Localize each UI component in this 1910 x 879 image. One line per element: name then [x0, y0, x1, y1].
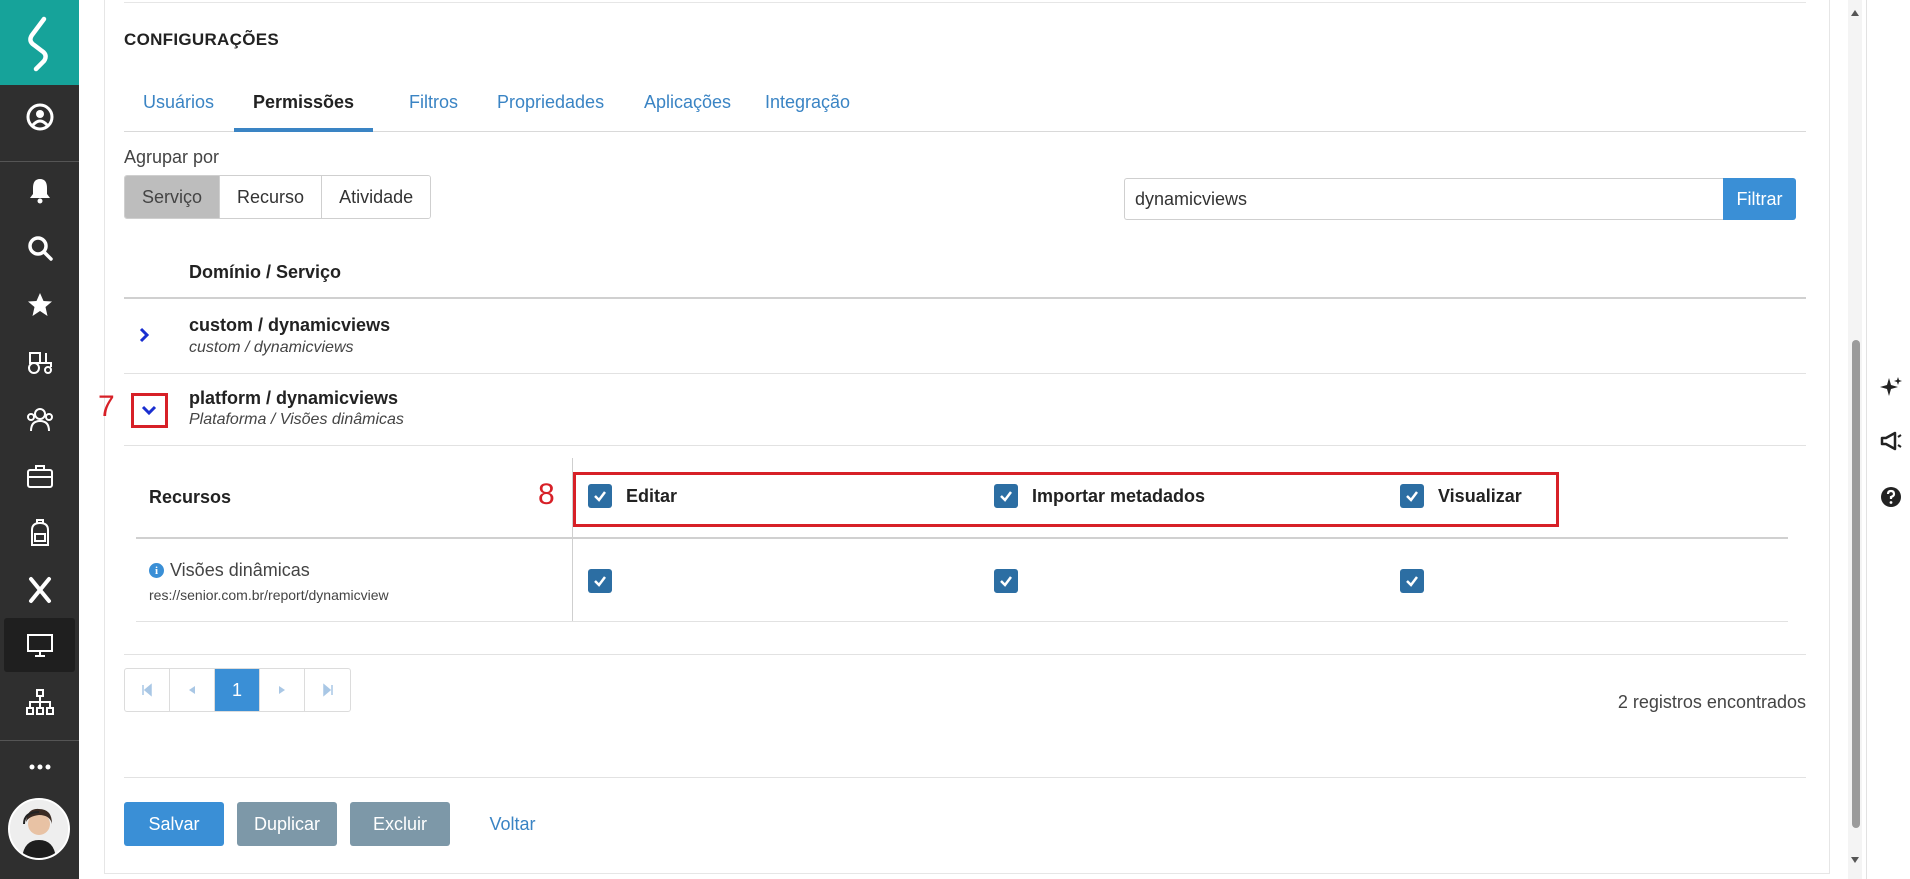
visualizar-all-checkbox[interactable]: [1400, 484, 1424, 508]
row-divider: [124, 445, 1806, 446]
backpack-icon[interactable]: [0, 511, 79, 555]
group-by-toggle: Serviço Recurso Atividade: [124, 175, 432, 219]
tractor-icon[interactable]: [0, 340, 79, 384]
scroll-up-icon[interactable]: [1849, 6, 1861, 18]
row-divider: [124, 373, 1806, 374]
duplicate-button[interactable]: Duplicar: [237, 802, 337, 846]
perm-editar-label: Editar: [626, 485, 678, 506]
save-button[interactable]: Salvar: [124, 802, 224, 846]
x-platform-icon[interactable]: [0, 568, 79, 612]
perm-importar-header: Importar metadados: [994, 484, 1205, 508]
row-subtitle: custom / dynamicviews: [189, 339, 354, 356]
records-count: 2 registros encontrados: [1617, 692, 1806, 712]
pagination: 1: [124, 668, 351, 712]
briefcase-icon[interactable]: [0, 454, 79, 498]
search-icon[interactable]: [0, 226, 79, 270]
logo-icon[interactable]: [0, 0, 79, 85]
scroll-down-icon[interactable]: [1849, 853, 1861, 865]
first-page-icon[interactable]: [125, 669, 170, 711]
back-link[interactable]: Voltar: [470, 802, 555, 846]
perm-visualizar-label: Visualizar: [1438, 485, 1522, 506]
sidebar-divider: [0, 740, 79, 741]
more-icon[interactable]: [0, 745, 79, 789]
tab-propriedades[interactable]: Propriedades: [478, 82, 623, 132]
filter-button[interactable]: Filtrar: [1723, 178, 1796, 220]
page-title: CONFIGURAÇÕES: [124, 30, 280, 49]
bell-icon[interactable]: [0, 168, 79, 212]
group-by-label: Agrupar por: [124, 147, 220, 167]
avatar[interactable]: [8, 798, 70, 860]
editar-checkbox[interactable]: [588, 569, 612, 593]
domain-service-header: Domínio / Serviço: [189, 262, 342, 282]
footer-divider: [124, 777, 1806, 778]
resource-name: Visões dinâmicas: [170, 560, 310, 580]
app-sidebar: [0, 0, 79, 879]
tab-aplicacoes[interactable]: Aplicações: [625, 82, 750, 132]
chevron-down-icon[interactable]: [138, 399, 160, 421]
importar-checkbox[interactable]: [994, 569, 1018, 593]
filter-bar: Filtrar: [1124, 178, 1796, 220]
utility-bar-divider: [1866, 0, 1867, 879]
group-by-servico-button[interactable]: Serviço: [125, 176, 221, 218]
page-number[interactable]: 1: [215, 669, 260, 711]
group-by-recurso-button[interactable]: Recurso: [220, 176, 323, 218]
perm-editar-header: Editar: [588, 484, 677, 508]
list-bottom-divider: [124, 654, 1806, 655]
tab-permissoes[interactable]: Permissões: [234, 82, 374, 132]
user-circle-icon[interactable]: [0, 95, 79, 139]
info-icon[interactable]: i: [149, 563, 164, 578]
chevron-right-icon[interactable]: [133, 324, 155, 346]
resources-header-divider: [136, 537, 1788, 539]
group-by-atividade-button[interactable]: Atividade: [322, 176, 431, 218]
sidebar-divider: [0, 161, 79, 162]
monitor-icon[interactable]: [4, 618, 75, 672]
tab-usuarios[interactable]: Usuários: [124, 82, 233, 132]
perm-importar-label: Importar metadados: [1032, 485, 1206, 506]
search-input[interactable]: [1124, 178, 1723, 220]
last-page-icon[interactable]: [305, 669, 350, 711]
panel-top-divider: [124, 2, 1806, 3]
next-page-icon[interactable]: [260, 669, 305, 711]
row-title[interactable]: custom / dynamicviews: [189, 315, 390, 336]
delete-button[interactable]: Excluir: [350, 802, 450, 846]
row-subtitle: Plataforma / Visões dinâmicas: [189, 411, 404, 428]
prev-page-icon[interactable]: [170, 669, 215, 711]
perm-visualizar-header: Visualizar: [1400, 484, 1522, 508]
editar-all-checkbox[interactable]: [588, 484, 612, 508]
resources-header: Recursos: [149, 487, 232, 507]
star-icon[interactable]: [0, 283, 79, 327]
tab-bar: Usuários Permissões Filtros Propriedades…: [124, 82, 1806, 132]
header-divider: [124, 297, 1806, 299]
tab-integracao[interactable]: Integração: [746, 82, 869, 132]
sparkle-icon[interactable]: [1876, 372, 1906, 402]
importar-all-checkbox[interactable]: [994, 484, 1018, 508]
step-7-annotation: 7: [98, 390, 115, 423]
megaphone-icon[interactable]: [1876, 426, 1906, 456]
team-icon[interactable]: [0, 397, 79, 441]
help-icon[interactable]: [1876, 482, 1906, 512]
tab-filtros[interactable]: Filtros: [390, 82, 477, 132]
resource-path: res://senior.com.br/report/dynamicview: [149, 587, 389, 603]
org-chart-icon[interactable]: [0, 680, 79, 724]
resources-bottom-divider: [136, 621, 1788, 622]
row-title[interactable]: platform / dynamicviews: [189, 388, 398, 409]
visualizar-checkbox[interactable]: [1400, 569, 1424, 593]
step-8-annotation: 8: [538, 478, 555, 511]
scrollbar-thumb[interactable]: [1852, 340, 1860, 828]
